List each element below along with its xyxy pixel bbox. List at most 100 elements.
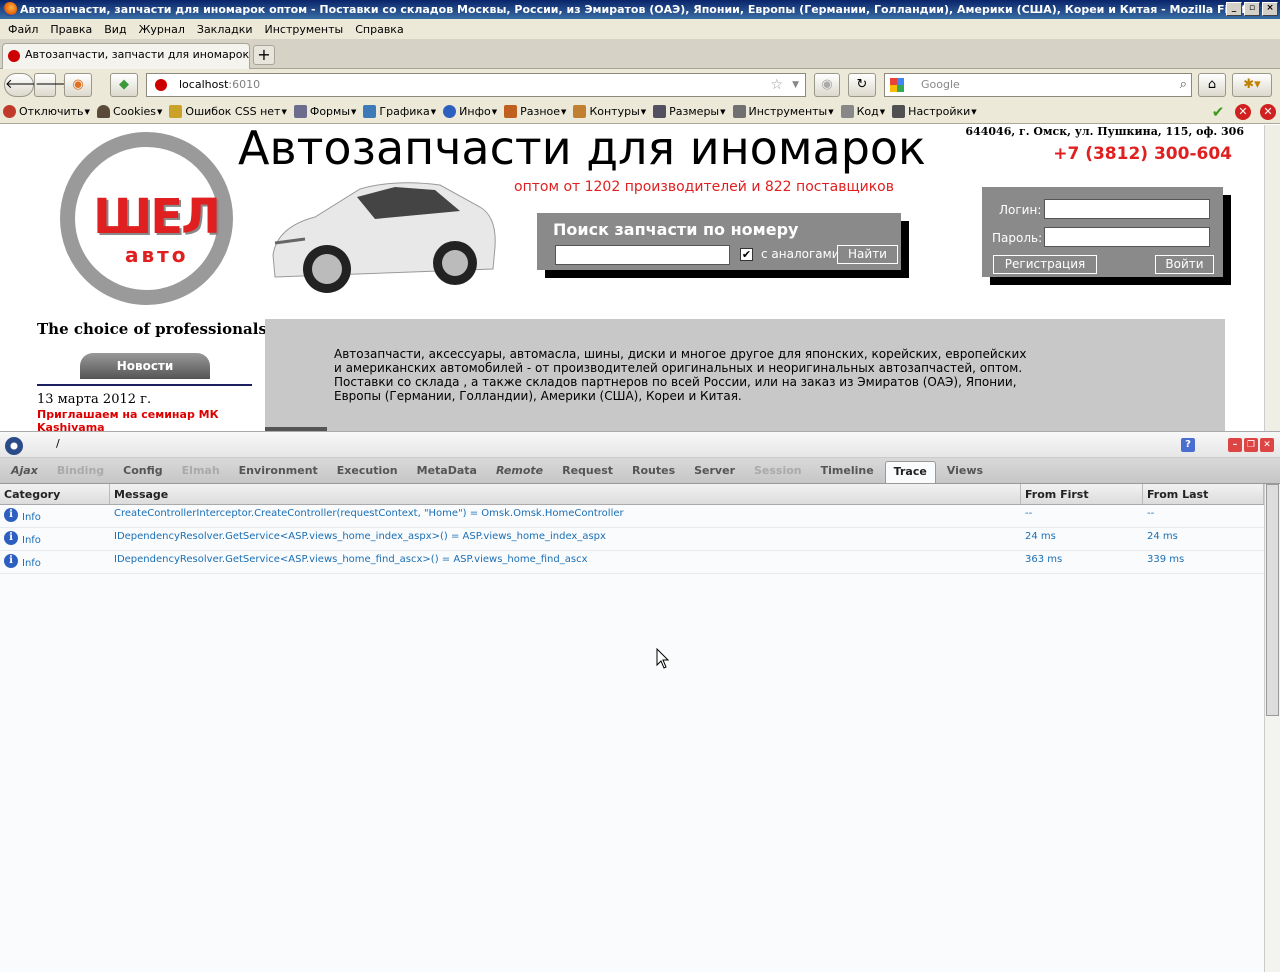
logo-text: ШЕЛ <box>93 189 221 245</box>
column-header-from-last[interactable]: From Last <box>1143 484 1264 504</box>
tab-ajax[interactable]: Ajax <box>3 461 46 483</box>
menu-file[interactable]: Файл <box>2 23 44 36</box>
tab-timeline[interactable]: Timeline <box>813 461 882 483</box>
find-button[interactable]: Найти <box>837 245 898 264</box>
toolbar-item-forms[interactable]: Формы ▼ <box>293 105 356 118</box>
password-label: Пароль: <box>992 231 1043 245</box>
tab-metadata[interactable]: MetaData <box>409 461 485 483</box>
tab-remote[interactable]: Remote <box>488 461 551 483</box>
scrollbar-thumb[interactable] <box>1266 484 1279 716</box>
browser-tab[interactable]: Автозапчасти, запчасти для иномарок оп..… <box>2 43 250 69</box>
search-placeholder: Google <box>921 78 960 91</box>
toolbar-item-cookies[interactable]: Cookies ▼ <box>96 105 162 118</box>
analogs-checkbox[interactable]: ✔ <box>740 248 753 261</box>
login-button[interactable]: Войти <box>1155 255 1214 274</box>
minimize-button[interactable]: _ <box>1226 2 1242 16</box>
resize-icon <box>653 105 667 118</box>
check-icon[interactable]: ✔ <box>1210 104 1226 120</box>
toolbar-item-tools[interactable]: Инструменты ▼ <box>732 105 834 118</box>
tab-trace[interactable]: Trace <box>884 461 936 483</box>
url-bar[interactable]: localhost:6010 ☆ ▼ <box>146 73 806 97</box>
search-input[interactable]: Google ⌕ <box>884 73 1192 97</box>
images-icon <box>363 105 377 118</box>
tab-session: Session <box>754 464 802 477</box>
analogs-label: с аналогами <box>761 247 840 261</box>
company-address: 644046, г. Омск, ул. Пушкина, 115, оф. 3… <box>965 125 1244 138</box>
forward-button[interactable]: 🡒 <box>34 73 70 97</box>
search-title: Поиск запчасти по номеру <box>553 220 799 239</box>
bookmark-star-icon[interactable]: ☆ <box>770 74 783 96</box>
home-button[interactable]: ⌂ <box>1198 73 1226 97</box>
reload-button[interactable]: ↻ <box>848 73 876 97</box>
toolbar-item-outline[interactable]: Контуры ▼ <box>573 105 646 118</box>
page-scrollbar[interactable] <box>1264 125 1280 431</box>
news-divider <box>37 384 252 386</box>
options-icon <box>892 105 906 118</box>
menu-history[interactable]: Журнал <box>133 23 191 36</box>
part-number-input[interactable] <box>555 245 730 265</box>
glimpse-scrollbar[interactable] <box>1264 484 1280 972</box>
toolbar-item-options[interactable]: Настройки ▼ <box>892 105 977 118</box>
glimpse-logo-icon <box>5 437 23 455</box>
minimize-icon[interactable]: – <box>1228 438 1242 452</box>
column-header-category[interactable]: Category <box>0 484 110 504</box>
menu-tools[interactable]: Инструменты <box>259 23 350 36</box>
chevron-down-icon[interactable]: ▼ <box>792 74 799 96</box>
toolbar-item-info[interactable]: Инфо ▼ <box>443 105 497 118</box>
tab-server[interactable]: Server <box>686 461 743 483</box>
glimpse-header: / ? – ❐ ✕ <box>0 431 1280 458</box>
help-icon[interactable]: ? <box>1181 438 1195 452</box>
slogan: The choice of professionals <box>37 320 267 338</box>
error-icon[interactable]: ✕ <box>1235 104 1251 120</box>
maximize-button[interactable]: ▫ <box>1244 2 1260 16</box>
tab-routes[interactable]: Routes <box>624 461 683 483</box>
close-button[interactable]: × <box>1262 2 1278 16</box>
row-message: CreateControllerInterceptor.CreateContro… <box>114 508 624 519</box>
disable-icon <box>3 105 16 118</box>
toolbar-item-resize[interactable]: Размеры ▼ <box>653 105 726 118</box>
menu-help[interactable]: Справка <box>349 23 409 36</box>
tab-environment[interactable]: Environment <box>231 461 326 483</box>
glimpse-path: / <box>56 437 60 450</box>
outline-icon <box>573 105 587 118</box>
menu-view[interactable]: Вид <box>98 23 132 36</box>
news-tab[interactable]: Новости <box>80 353 210 379</box>
menu-bookmarks[interactable]: Закладки <box>191 23 259 36</box>
tab-views[interactable]: Views <box>939 461 991 483</box>
news-link[interactable]: Приглашаем на семинар МК Kashiyama <box>37 408 247 431</box>
news-date: 13 марта 2012 г. <box>37 392 152 407</box>
menu-edit[interactable]: Правка <box>44 23 98 36</box>
search-icon[interactable]: ⌕ <box>1180 74 1187 96</box>
glimpse-panel: / ? – ❐ ✕ Ajax Binding Config Elmah Environm… <box>0 431 1280 972</box>
mouse-cursor-icon <box>656 648 670 669</box>
webdev-toolbar: Отключить ▼ Cookies ▼ Ошибок CSS нет ▼ Форм… <box>0 100 1280 124</box>
back-button[interactable]: 🡐 <box>4 73 40 97</box>
feed-icon[interactable]: ◉ <box>814 73 840 97</box>
new-tab-button[interactable]: + <box>253 45 275 65</box>
rss-icon[interactable]: ◉ <box>64 73 92 97</box>
toolbar-item-misc[interactable]: Разное ▼ <box>504 105 566 118</box>
tab-request[interactable]: Request <box>554 461 621 483</box>
close-icon[interactable]: ✕ <box>1260 438 1274 452</box>
column-header-from-first[interactable]: From First <box>1021 484 1143 504</box>
extensions-icon[interactable]: ✱▾ <box>1232 73 1272 97</box>
addon-icon[interactable]: ◆ <box>110 73 138 97</box>
page-title: Автозапчасти для иномарок <box>238 125 926 175</box>
site-logo[interactable]: ШЕЛ авто <box>60 132 233 305</box>
row-category: Info <box>22 558 41 569</box>
column-header-message[interactable]: Message <box>110 484 1021 504</box>
error-icon[interactable]: ✕ <box>1260 104 1276 120</box>
popout-icon[interactable]: ❐ <box>1244 438 1258 452</box>
tab-execution[interactable]: Execution <box>329 461 406 483</box>
url-host: localhost <box>179 78 229 91</box>
toolbar-item-disable[interactable]: Отключить ▼ <box>3 105 90 118</box>
css-icon <box>169 105 183 118</box>
register-button[interactable]: Регистрация <box>993 255 1097 274</box>
toolbar-item-images[interactable]: Графика ▼ <box>363 105 436 118</box>
password-input[interactable] <box>1044 227 1210 247</box>
toolbar-item-source[interactable]: Код ▼ <box>840 105 885 118</box>
window-controls: _ ▫ × <box>1226 2 1278 16</box>
tab-config[interactable]: Config <box>115 461 171 483</box>
login-input[interactable] <box>1044 199 1210 219</box>
toolbar-item-css[interactable]: Ошибок CSS нет ▼ <box>169 105 287 118</box>
